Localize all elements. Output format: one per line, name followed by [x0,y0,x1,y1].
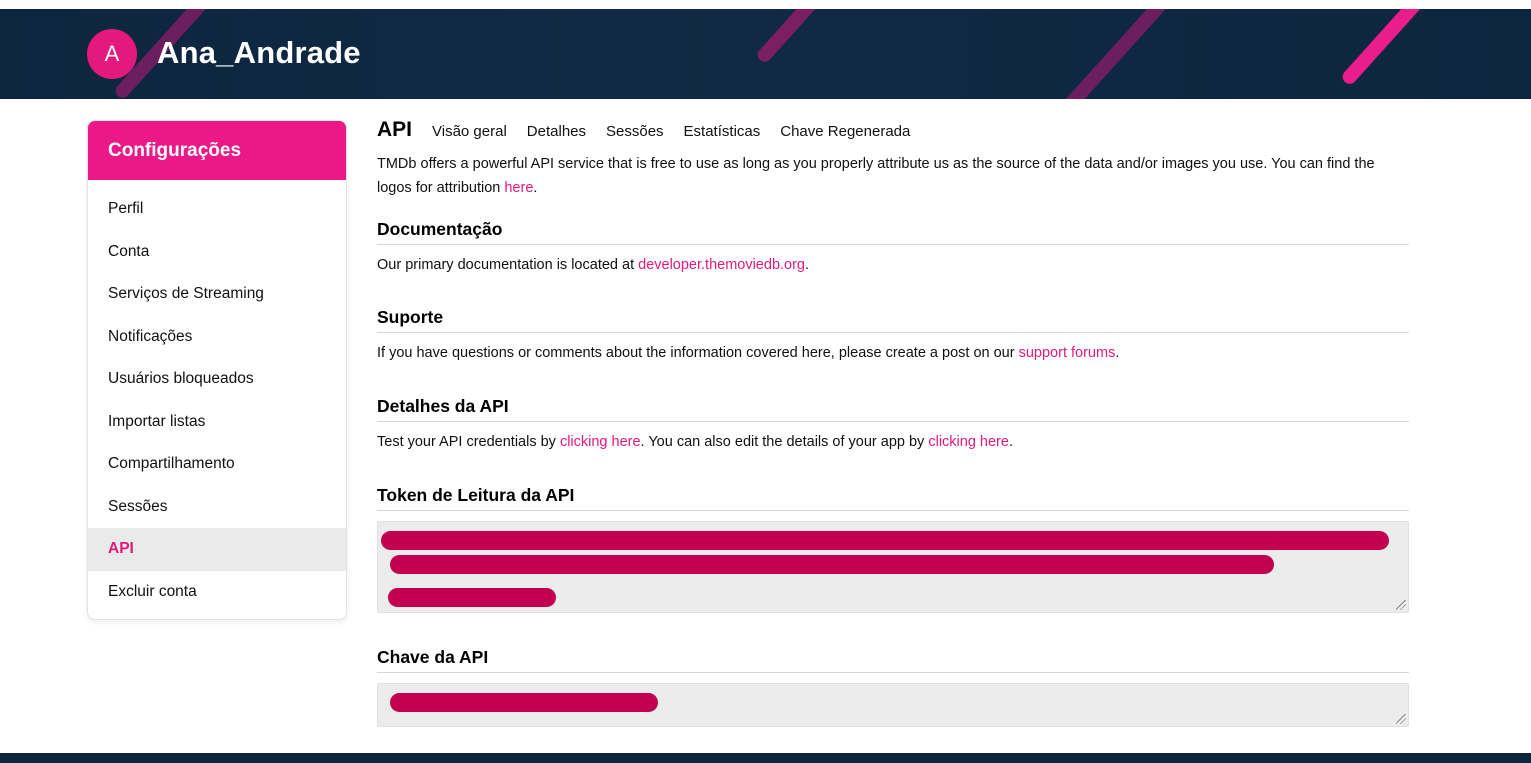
sidebar-item-streaming[interactable]: Serviços de Streaming [88,273,346,316]
tab-chave-regenerada[interactable]: Chave Regenerada [780,123,910,140]
redaction-mark [381,531,1389,550]
sidebar-title: Configurações [88,121,346,180]
support-heading: Suporte [377,307,1409,333]
sidebar-item-sessoes[interactable]: Sessões [88,486,346,529]
edit-app-link[interactable]: clicking here [928,434,1009,450]
sidebar-item-bloqueados[interactable]: Usuários bloqueados [88,358,346,401]
tab-detalhes[interactable]: Detalhes [527,123,586,140]
tab-visao-geral[interactable]: Visão geral [432,123,507,140]
page-title: API [377,118,413,141]
documentation-end: . [805,257,810,273]
sidebar-item-api[interactable]: API [88,528,346,571]
api-details-heading: Detalhes da API [377,396,1409,422]
profile-header: A Ana_Andrade [0,9,1531,99]
api-details-copy2: . You can also edit the details of your … [640,434,929,450]
sidebar-item-notificacoes[interactable]: Notificações [88,316,346,359]
api-details-text: Test your API credentials by clicking he… [377,434,1409,450]
sidebar-list: Perfil Conta Serviços de Streaming Notif… [88,180,346,613]
api-key-section: Chave da API [377,647,1409,673]
intro-paragraph: TMDb offers a powerful API service that … [377,152,1409,200]
sidebar-item-compartilhamento[interactable]: Compartilhamento [88,443,346,486]
support-text: If you have questions or comments about … [377,345,1409,361]
tab-sessoes[interactable]: Sessões [606,123,664,140]
support-end: . [1115,345,1120,361]
username[interactable]: Ana_Andrade [157,35,361,71]
support-section: Suporte If you have questions or comment… [377,307,1409,361]
sidebar-item-perfil[interactable]: Perfil [88,188,346,231]
read-token-section: Token de Leitura da API [377,485,1409,511]
documentation-copy: Our primary documentation is located at [377,257,639,273]
documentation-heading: Documentação [377,219,1409,245]
sidebar-item-importar[interactable]: Importar listas [88,401,346,444]
redaction-mark [390,555,1274,574]
api-tabs: API Visão geral Detalhes Sessões Estatís… [377,118,1409,148]
support-forums-link[interactable]: support forums [1019,345,1116,361]
top-strip [0,0,1531,9]
resize-handle[interactable] [1396,600,1406,610]
main-content: API Visão geral Detalhes Sessões Estatís… [377,118,1409,727]
sidebar-item-excluir[interactable]: Excluir conta [88,571,346,614]
documentation-text: Our primary documentation is located at … [377,257,1409,273]
attribution-link[interactable]: here [504,180,533,196]
test-credentials-link[interactable]: clicking here [560,434,641,450]
resize-handle[interactable] [1396,714,1406,724]
sidebar-item-conta[interactable]: Conta [88,231,346,274]
redaction-mark [390,693,658,712]
read-token-heading: Token de Leitura da API [377,485,1409,511]
settings-sidebar: Configurações Perfil Conta Serviços de S… [87,120,347,620]
avatar[interactable]: A [87,29,137,79]
read-token-field[interactable] [377,521,1409,613]
footer [0,753,1531,763]
documentation-section: Documentação Our primary documentation i… [377,219,1409,273]
documentation-link[interactable]: developer.themoviedb.org [638,257,805,273]
intro-end: . [533,180,538,196]
api-key-heading: Chave da API [377,647,1409,673]
api-details-section: Detalhes da API Test your API credential… [377,396,1409,450]
api-details-end: . [1008,434,1013,450]
tab-estatisticas[interactable]: Estatísticas [684,123,761,140]
api-key-field[interactable] [377,683,1409,727]
redaction-mark [388,588,556,607]
api-details-copy1: Test your API credentials by [377,434,560,450]
support-copy: If you have questions or comments about … [377,345,1019,361]
